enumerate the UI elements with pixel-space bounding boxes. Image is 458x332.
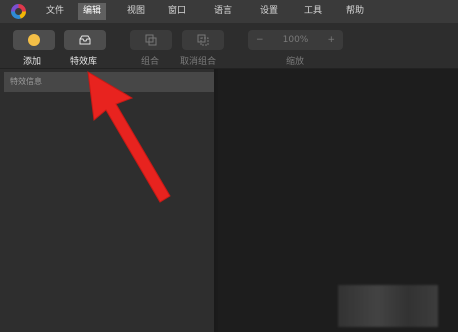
app-logo-icon[interactable] <box>11 4 26 19</box>
effect-info-header: 特效信息 <box>4 72 214 92</box>
add-label: 添加 <box>23 57 42 67</box>
add-button[interactable] <box>13 30 55 50</box>
ungroup-icon <box>197 34 209 46</box>
menu-settings[interactable]: 设置 <box>255 3 283 20</box>
menu-help[interactable]: 帮助 <box>341 3 369 20</box>
toolbar: 添加 特效库 组合 取消组合 − 100% + 缩放 <box>0 23 458 69</box>
group-icon <box>145 34 157 46</box>
zoom-value: 100% <box>282 35 309 45</box>
effect-info-panel: 特效信息 <box>0 69 216 332</box>
zoom-control: − 100% + <box>248 30 343 50</box>
menu-view[interactable]: 视图 <box>122 3 150 20</box>
menu-edit[interactable]: 编辑 <box>78 3 107 20</box>
menu-language[interactable]: 语言 <box>209 3 237 20</box>
group-button[interactable] <box>130 30 172 50</box>
zoom-label: 缩放 <box>286 57 305 67</box>
menu-tools[interactable]: 工具 <box>299 3 327 20</box>
ungroup-label: 取消组合 <box>180 57 217 67</box>
effects-library-label: 特效库 <box>70 57 98 67</box>
ungroup-button[interactable] <box>182 30 224 50</box>
add-dot-icon <box>28 34 40 46</box>
menu-window[interactable]: 窗口 <box>163 3 191 20</box>
zoom-out-button[interactable]: − <box>256 35 264 45</box>
inbox-icon <box>79 35 91 45</box>
blurred-watermark <box>338 285 438 327</box>
zoom-in-button[interactable]: + <box>327 35 335 45</box>
menu-file[interactable]: 文件 <box>41 3 69 20</box>
group-label: 组合 <box>141 57 160 67</box>
effects-library-button[interactable] <box>64 30 106 50</box>
menu-bar: 文件 编辑 视图 窗口 语言 设置 工具 帮助 <box>0 0 458 23</box>
